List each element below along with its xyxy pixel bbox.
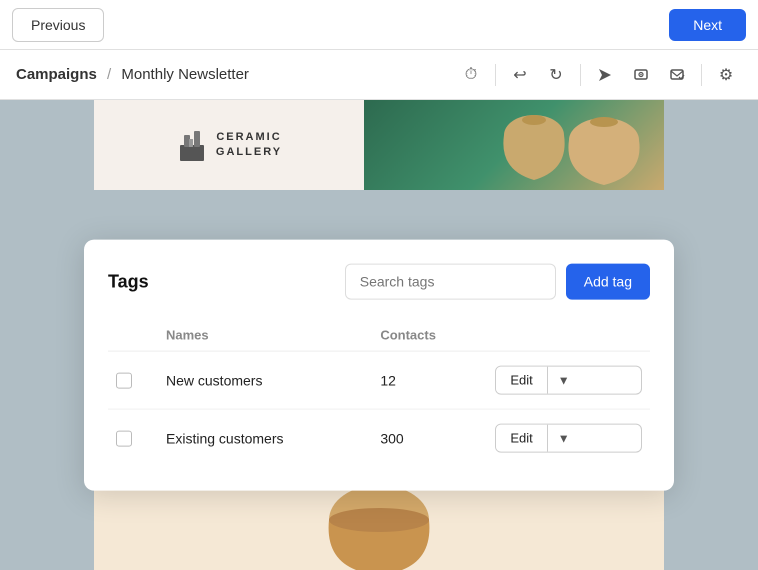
undo-icon[interactable]: ↩ xyxy=(504,59,536,91)
row-checkbox-cell xyxy=(108,409,158,467)
email-header-strip: CERAMICGALLERY xyxy=(94,100,664,190)
breadcrumb: Campaigns / Monthly Newsletter xyxy=(16,66,249,83)
row-name-text: Existing customers xyxy=(166,430,283,446)
row-actions-cell: Edit ▼ xyxy=(487,409,650,467)
next-button[interactable]: Next xyxy=(669,9,746,41)
toolbar-divider-1 xyxy=(495,64,496,86)
bottom-ceramic-svg xyxy=(279,480,479,570)
tags-title: Tags xyxy=(108,271,149,292)
search-tags-input[interactable] xyxy=(345,264,556,300)
row-checkbox[interactable] xyxy=(116,373,132,389)
tags-modal: Tags Add tag Names Contacts New customer… xyxy=(84,240,674,491)
row-name-cell: Existing customers xyxy=(158,409,372,467)
row-contacts-cell: 12 xyxy=(372,351,487,409)
tags-table: Names Contacts New customers 12 Edit ▼ xyxy=(108,320,650,467)
row-contacts-cell: 300 xyxy=(372,409,487,467)
table-header-row: Names Contacts xyxy=(108,320,650,352)
row-contacts-count: 12 xyxy=(380,372,396,388)
table-row: New customers 12 Edit ▼ xyxy=(108,351,650,409)
redo-icon[interactable]: ↻ xyxy=(540,59,572,91)
edit-button[interactable]: Edit xyxy=(496,425,547,452)
send-icon[interactable] xyxy=(589,59,621,91)
toolbar-divider-2 xyxy=(580,64,581,86)
row-name-cell: New customers xyxy=(158,351,372,409)
email-check-icon[interactable] xyxy=(661,59,693,91)
dropdown-button[interactable]: ▼ xyxy=(548,367,580,393)
breadcrumb-campaigns[interactable]: Campaigns xyxy=(16,66,97,83)
ceramic-gallery-logo xyxy=(176,125,208,165)
breadcrumb-page: Monthly Newsletter xyxy=(121,66,249,83)
dropdown-button[interactable]: ▼ xyxy=(548,425,580,451)
edit-btn-group: Edit ▼ xyxy=(495,366,642,395)
col-names xyxy=(108,320,158,352)
email-image-section xyxy=(364,100,664,190)
edit-button[interactable]: Edit xyxy=(496,367,547,394)
breadcrumb-bar: Campaigns / Monthly Newsletter ⏱ ↩ ↻ xyxy=(0,50,758,100)
top-nav: Previous Next xyxy=(0,0,758,50)
logo-text: CERAMICGALLERY xyxy=(216,130,282,161)
vase-illustration xyxy=(454,100,654,190)
preview-icon[interactable] xyxy=(625,59,657,91)
breadcrumb-separator: / xyxy=(107,66,111,83)
email-logo-section: CERAMICGALLERY xyxy=(94,100,364,190)
tags-header: Tags Add tag xyxy=(108,264,650,300)
col-contacts-label: Contacts xyxy=(372,320,487,352)
table-row: Existing customers 300 Edit ▼ xyxy=(108,409,650,467)
row-actions-cell: Edit ▼ xyxy=(487,351,650,409)
main-content: CERAMICGALLERY xyxy=(0,100,758,570)
col-names-label: Names xyxy=(158,320,372,352)
previous-button[interactable]: Previous xyxy=(12,8,104,42)
toolbar-divider-3 xyxy=(701,64,702,86)
toolbar-icons: ⏱ ↩ ↻ ⚙ xyxy=(455,59,742,91)
row-checkbox[interactable] xyxy=(116,431,132,447)
tags-search-row: Add tag xyxy=(345,264,650,300)
col-actions xyxy=(487,320,650,352)
settings-icon[interactable]: ⚙ xyxy=(710,59,742,91)
history-icon[interactable]: ⏱ xyxy=(455,59,487,91)
edit-btn-group: Edit ▼ xyxy=(495,424,642,453)
add-tag-button[interactable]: Add tag xyxy=(566,264,650,300)
row-contacts-count: 300 xyxy=(380,430,403,446)
row-checkbox-cell xyxy=(108,351,158,409)
row-name-text: New customers xyxy=(166,372,262,388)
